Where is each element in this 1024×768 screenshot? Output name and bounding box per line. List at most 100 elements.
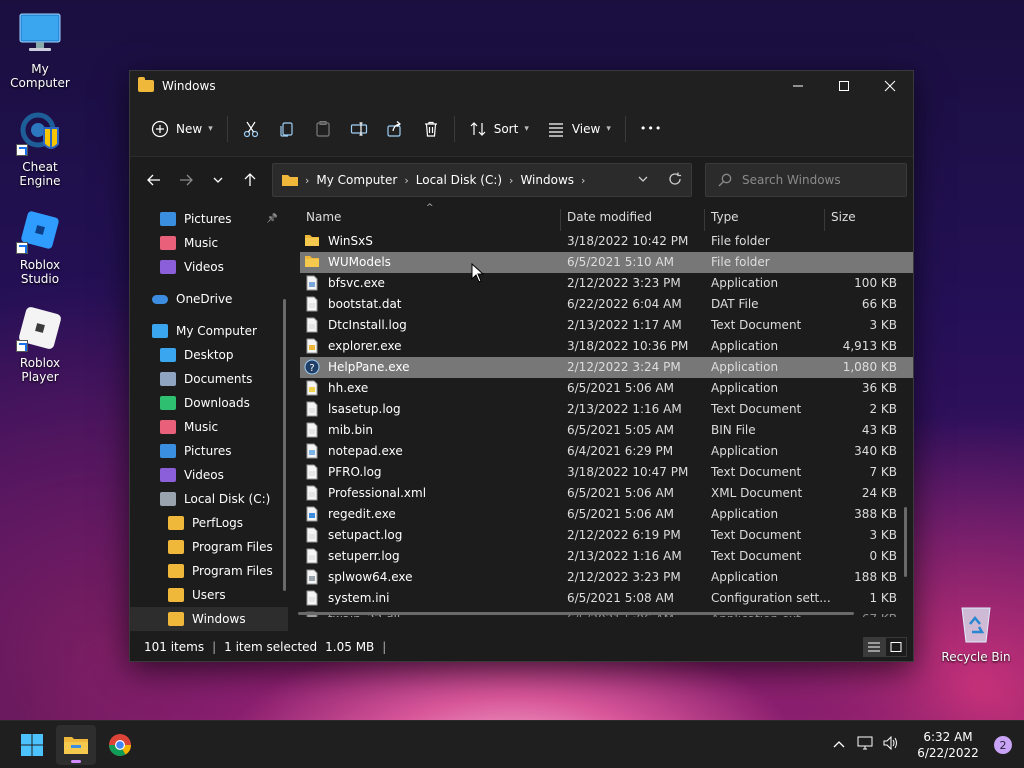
file-row[interactable]: mib.bin 6/5/2021 5:05 AM BIN File 43 KB — [300, 420, 913, 441]
file-size: 67 KB — [862, 612, 897, 617]
file-explorer-icon — [64, 737, 88, 754]
forward-button[interactable] — [170, 164, 202, 196]
copy-button[interactable] — [269, 111, 305, 147]
nav-item[interactable]: Documents — [130, 367, 288, 391]
file-row[interactable]: lsasetup.log 2/13/2022 1:16 AM Text Docume… — [300, 399, 913, 420]
show-hidden-icons-button[interactable] — [826, 738, 852, 753]
sort-button[interactable]: Sort ▾ — [460, 111, 538, 147]
refresh-button[interactable] — [659, 172, 691, 189]
file-row[interactable]: regedit.exe 6/5/2021 5:06 AM Application 38… — [300, 504, 913, 525]
file-explorer-taskbar-button[interactable] — [56, 725, 96, 765]
nav-item[interactable]: Pictures 📌 — [130, 207, 288, 231]
address-bar[interactable]: › My Computer › Local Disk (C:) › Window… — [272, 163, 692, 197]
chrome-taskbar-button[interactable] — [100, 725, 140, 765]
desktop-icon-label: Cheat Engine — [19, 160, 61, 188]
file-row[interactable]: setupact.log 2/12/2022 6:19 PM Text Docume… — [300, 525, 913, 546]
cheat-engine-icon — [16, 108, 64, 156]
file-row[interactable]: hh.exe 6/5/2021 5:06 AM Application 36 KB — [300, 378, 913, 399]
paste-button[interactable] — [305, 111, 341, 147]
file-row[interactable]: PFRO.log 3/18/2022 10:47 PM Text Document 7… — [300, 462, 913, 483]
share-button[interactable] — [377, 111, 413, 147]
folder-icon — [304, 254, 320, 268]
nav-item-label: OneDrive — [176, 292, 233, 306]
desktop-icon-roblox-player[interactable]: Roblox Player — [0, 304, 80, 384]
nav-item[interactable]: Windows — [130, 607, 288, 631]
more-options-button[interactable]: ••• — [631, 111, 671, 147]
tiles-view-button[interactable] — [885, 637, 907, 657]
maximize-button[interactable] — [821, 71, 867, 101]
file-row[interactable]: WUModels 6/5/2021 5:10 AM File folder — [300, 252, 913, 273]
nav-item[interactable]: Local Disk (C:) — [130, 487, 288, 511]
file-row[interactable]: WinSxS 3/18/2022 10:42 PM File folder — [300, 231, 913, 252]
column-header-size[interactable]: Size — [825, 209, 856, 231]
file-row[interactable]: bootstat.dat 6/22/2022 6:04 AM DAT File 66 … — [300, 294, 913, 315]
nav-item[interactable]: Desktop — [130, 343, 288, 367]
file-row[interactable]: ? HelpPane.exe 2/12/2022 3:24 PM Applicatio… — [300, 357, 913, 378]
details-view-button[interactable] — [863, 637, 885, 657]
nav-item[interactable]: Pictures — [130, 439, 288, 463]
cut-button[interactable] — [233, 111, 269, 147]
desktop-icon-cheat-engine[interactable]: Cheat Engine — [0, 108, 80, 188]
up-button[interactable] — [234, 164, 266, 196]
text-file-icon — [304, 464, 320, 480]
network-button[interactable] — [852, 736, 878, 754]
horizontal-scrollbar[interactable] — [298, 612, 854, 615]
minimize-button[interactable] — [775, 71, 821, 101]
pictures-icon — [160, 444, 176, 458]
file-name-cell: explorer.exe — [304, 338, 402, 354]
nav-scrollbar[interactable] — [283, 299, 286, 591]
file-row[interactable]: notepad.exe 6/4/2021 6:29 PM Application 34… — [300, 441, 913, 462]
maximize-icon — [839, 81, 849, 91]
nav-item-label: My Computer — [176, 324, 257, 338]
nav-item[interactable]: My Computer — [130, 319, 288, 343]
file-list: ^ Name Date modified Type Size WinSxS 3/1… — [288, 203, 913, 623]
file-icon — [304, 296, 320, 312]
vertical-scrollbar[interactable] — [904, 507, 907, 577]
clock[interactable]: 6:32 AM 6/22/2022 — [912, 729, 984, 761]
file-row[interactable]: explorer.exe 3/18/2022 10:36 PM Applicatio… — [300, 336, 913, 357]
desktop-icon-my-computer[interactable]: My Computer — [0, 10, 80, 90]
view-button[interactable]: View ▾ — [538, 111, 620, 147]
address-history-button[interactable] — [627, 173, 659, 188]
nav-item[interactable]: Users — [130, 583, 288, 607]
file-row[interactable]: DtcInstall.log 2/13/2022 1:17 AM Text Docu… — [300, 315, 913, 336]
back-button[interactable] — [138, 164, 170, 196]
file-row[interactable]: setuperr.log 2/13/2022 1:16 AM Text Docume… — [300, 546, 913, 567]
volume-button[interactable] — [878, 735, 904, 754]
delete-button[interactable] — [413, 111, 449, 147]
start-button[interactable] — [12, 725, 52, 765]
column-header-type[interactable]: Type — [705, 209, 739, 231]
new-button[interactable]: New ▾ — [142, 111, 222, 147]
nav-item[interactable]: Downloads — [130, 391, 288, 415]
column-header-date[interactable]: Date modified — [561, 209, 652, 231]
nav-item[interactable]: Music — [130, 415, 288, 439]
app-icon — [304, 275, 320, 291]
notification-badge[interactable]: 2 — [994, 736, 1012, 754]
recycle-bin-icon — [952, 598, 1000, 646]
file-row[interactable]: Professional.xml 6/5/2021 5:06 AM XML Docu… — [300, 483, 913, 504]
nav-item[interactable]: Music — [130, 231, 288, 255]
breadcrumb-windows[interactable]: Windows — [520, 173, 574, 187]
nav-item[interactable]: Program Files — [130, 535, 288, 559]
search-input[interactable] — [742, 173, 892, 187]
title-bar[interactable]: Windows — [130, 71, 913, 101]
nav-item[interactable]: PerfLogs — [130, 511, 288, 535]
desktop-icon-roblox-studio[interactable]: Roblox Studio — [0, 206, 80, 286]
nav-item[interactable]: Videos — [130, 255, 288, 279]
nav-item[interactable]: OneDrive — [130, 287, 288, 311]
breadcrumb-local-disk[interactable]: Local Disk (C:) — [416, 173, 502, 187]
desktop-icon-recycle-bin[interactable]: Recycle Bin — [936, 598, 1016, 664]
rename-button[interactable] — [341, 111, 377, 147]
breadcrumb-my-computer[interactable]: My Computer — [316, 173, 397, 187]
recent-locations-button[interactable] — [202, 164, 234, 196]
network-icon — [857, 736, 873, 750]
file-row[interactable]: bfsvc.exe 2/12/2022 3:23 PM Application 100… — [300, 273, 913, 294]
file-row[interactable]: system.ini 6/5/2021 5:08 AM Configuration … — [300, 588, 913, 609]
search-box[interactable] — [705, 163, 907, 197]
file-rows: WinSxS 3/18/2022 10:42 PM File folder WUMod… — [300, 231, 913, 617]
column-header-name[interactable]: Name — [300, 209, 341, 231]
file-row[interactable]: splwow64.exe 2/12/2022 3:23 PM Application… — [300, 567, 913, 588]
nav-item[interactable]: Program Files — [130, 559, 288, 583]
nav-item[interactable]: Videos — [130, 463, 288, 487]
close-button[interactable] — [867, 71, 913, 101]
